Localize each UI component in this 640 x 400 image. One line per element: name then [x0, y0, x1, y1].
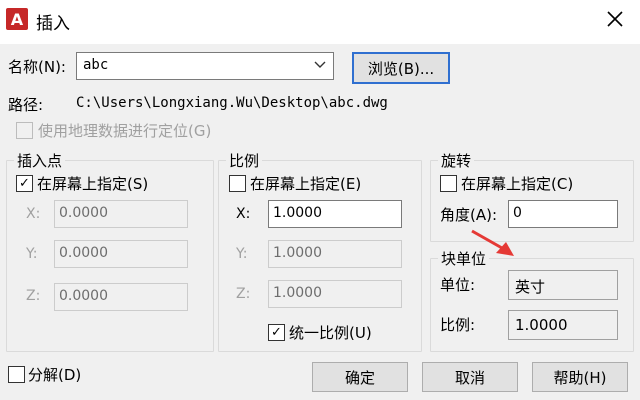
scale-specify-label: 在屏幕上指定(E) [250, 175, 362, 193]
name-label: 名称(N): [8, 58, 66, 76]
scale-title: 比例 [226, 150, 263, 171]
scale-z-label: Z: [236, 286, 251, 302]
insertion-specify-label: 在屏幕上指定(S) [37, 175, 149, 193]
explode-checkbox[interactable] [8, 366, 25, 383]
cancel-button[interactable]: 取消 [422, 362, 518, 392]
insertion-point-title: 插入点 [14, 150, 66, 171]
help-button[interactable]: 帮助(H) [532, 362, 628, 392]
insertion-x-label: X: [26, 206, 41, 222]
insertion-x-field[interactable]: 0.0000 [54, 200, 188, 228]
uniform-scale-checkbox[interactable]: ✓ [268, 324, 285, 341]
insertion-y-label: Y: [26, 246, 38, 262]
scale-x-label: X: [236, 206, 251, 222]
factor-label: 比例: [440, 316, 476, 334]
close-button[interactable] [598, 4, 632, 34]
path-value: C:\Users\Longxiang.Wu\Desktop\abc.dwg [76, 95, 388, 111]
browse-button[interactable]: 浏览(B)... [352, 52, 450, 84]
title-bar [0, 0, 640, 44]
rotation-specify-label: 在屏幕上指定(C) [461, 175, 574, 193]
chevron-down-icon[interactable] [313, 55, 327, 79]
rotation-specify-checkbox[interactable] [440, 175, 457, 192]
scale-y-field[interactable]: 1.0000 [268, 240, 402, 268]
insertion-y-field[interactable]: 0.0000 [54, 240, 188, 268]
ok-button[interactable]: 确定 [312, 362, 408, 392]
unit-readout: 英寸 [508, 270, 618, 300]
angle-label: 角度(A): [440, 206, 498, 224]
insertion-z-label: Z: [26, 288, 41, 304]
annotation-arrow-icon [471, 229, 514, 256]
window-title: 插入 [36, 14, 70, 34]
insertion-z-field[interactable]: 0.0000 [54, 283, 188, 311]
path-label: 路径: [8, 96, 44, 114]
name-combobox[interactable]: abc [76, 52, 334, 80]
unit-label: 单位: [440, 276, 476, 294]
scale-y-label: Y: [236, 246, 248, 262]
scale-specify-checkbox[interactable] [229, 175, 246, 192]
name-value: abc [83, 57, 109, 73]
scale-x-field[interactable]: 1.0000 [268, 200, 402, 228]
explode-label: 分解(D) [28, 366, 82, 384]
factor-readout: 1.0000 [508, 310, 618, 340]
scale-z-field[interactable]: 1.0000 [268, 280, 402, 308]
geo-checkbox[interactable] [16, 122, 33, 139]
geo-checkbox-label: 使用地理数据进行定位(G) [38, 122, 212, 140]
close-icon [607, 11, 623, 27]
autocad-app-icon: A [6, 8, 28, 30]
uniform-scale-label: 统一比例(U) [289, 324, 372, 342]
angle-field[interactable]: 0 [508, 200, 618, 228]
insertion-specify-checkbox[interactable]: ✓ [16, 175, 33, 192]
rotation-title: 旋转 [438, 150, 475, 171]
